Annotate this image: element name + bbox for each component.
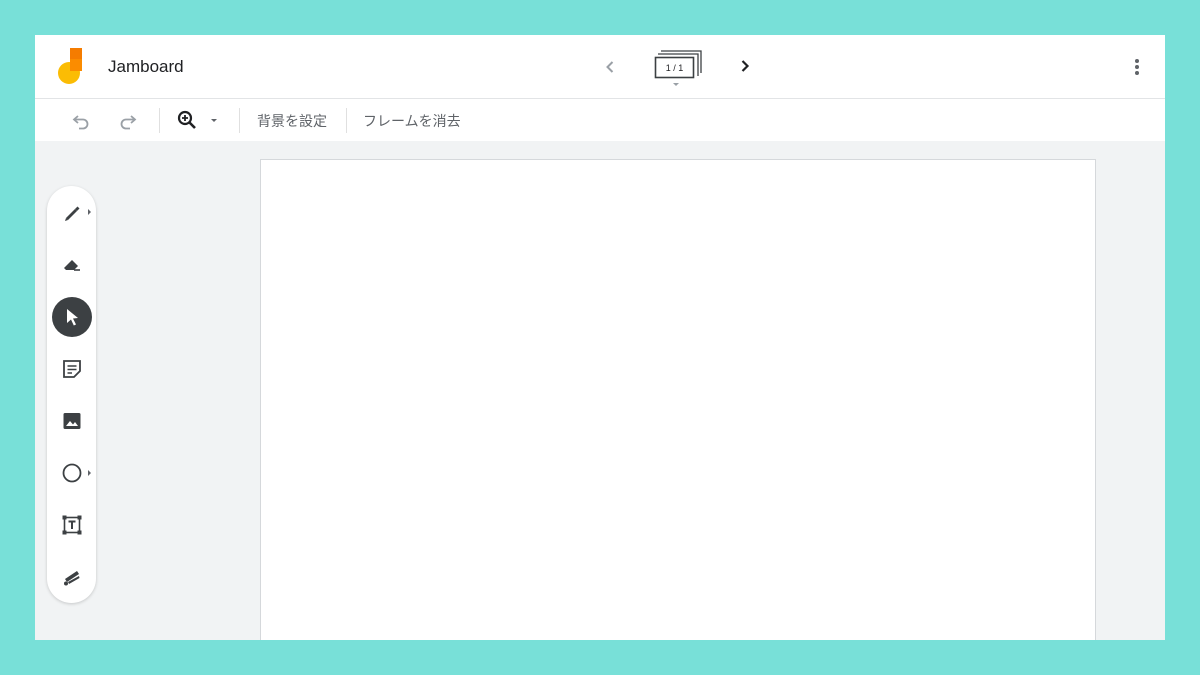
circle-icon	[62, 463, 82, 483]
app-header: Jamboard 1 / 1	[35, 35, 1165, 99]
toolbar-divider	[239, 108, 240, 133]
shape-tool-button[interactable]	[52, 453, 92, 493]
eraser-tool-button[interactable]	[52, 244, 92, 284]
redo-button[interactable]	[116, 108, 140, 132]
toolbar-divider	[159, 108, 160, 133]
jamboard-logo-icon	[57, 47, 87, 87]
next-frame-button[interactable]	[733, 54, 757, 78]
tool-rail	[47, 186, 96, 603]
undo-button[interactable]	[69, 108, 93, 132]
whiteboard-canvas[interactable]	[260, 159, 1096, 640]
eraser-icon	[64, 260, 80, 271]
image-icon	[63, 413, 81, 429]
previous-frame-button[interactable]	[598, 55, 622, 79]
image-tool-button[interactable]	[52, 401, 92, 441]
pen-tool-button[interactable]	[52, 192, 92, 232]
laser-icon	[64, 571, 80, 586]
laser-tool-button[interactable]	[52, 557, 92, 597]
redo-icon	[120, 115, 137, 130]
pen-icon	[65, 206, 80, 221]
chevron-right-icon	[741, 60, 750, 72]
chevron-left-icon	[606, 61, 614, 73]
action-toolbar: 背景を設定 フレームを消去	[35, 99, 1165, 141]
pen-options-caret	[88, 209, 91, 215]
frame-bar-toggle-button[interactable]: 1 / 1	[653, 48, 705, 88]
sticky-note-icon	[63, 360, 81, 378]
set-background-button[interactable]: 背景を設定	[257, 111, 327, 131]
more-options-button[interactable]	[1125, 55, 1149, 79]
zoom-dropdown-button[interactable]	[207, 108, 221, 132]
pointer-icon	[67, 309, 78, 326]
toolbar-divider	[346, 108, 347, 133]
shape-options-caret	[88, 470, 91, 476]
zoom-in-icon	[177, 110, 196, 129]
more-vert-icon	[1135, 59, 1139, 75]
undo-icon	[72, 115, 89, 130]
select-tool-button[interactable]	[52, 297, 92, 337]
sticky-note-tool-button[interactable]	[52, 349, 92, 389]
text-box-tool-button[interactable]	[52, 505, 92, 545]
frame-counter: 1 / 1	[665, 63, 684, 73]
caret-down-icon	[211, 119, 217, 122]
jamboard-window: Jamboard 1 / 1 背景を設定 フレームを消去	[35, 35, 1165, 640]
clear-frame-button[interactable]: フレームを消去	[363, 111, 461, 131]
text-box-icon	[62, 515, 82, 535]
app-title: Jamboard	[108, 57, 184, 76]
zoom-button[interactable]	[175, 108, 199, 132]
